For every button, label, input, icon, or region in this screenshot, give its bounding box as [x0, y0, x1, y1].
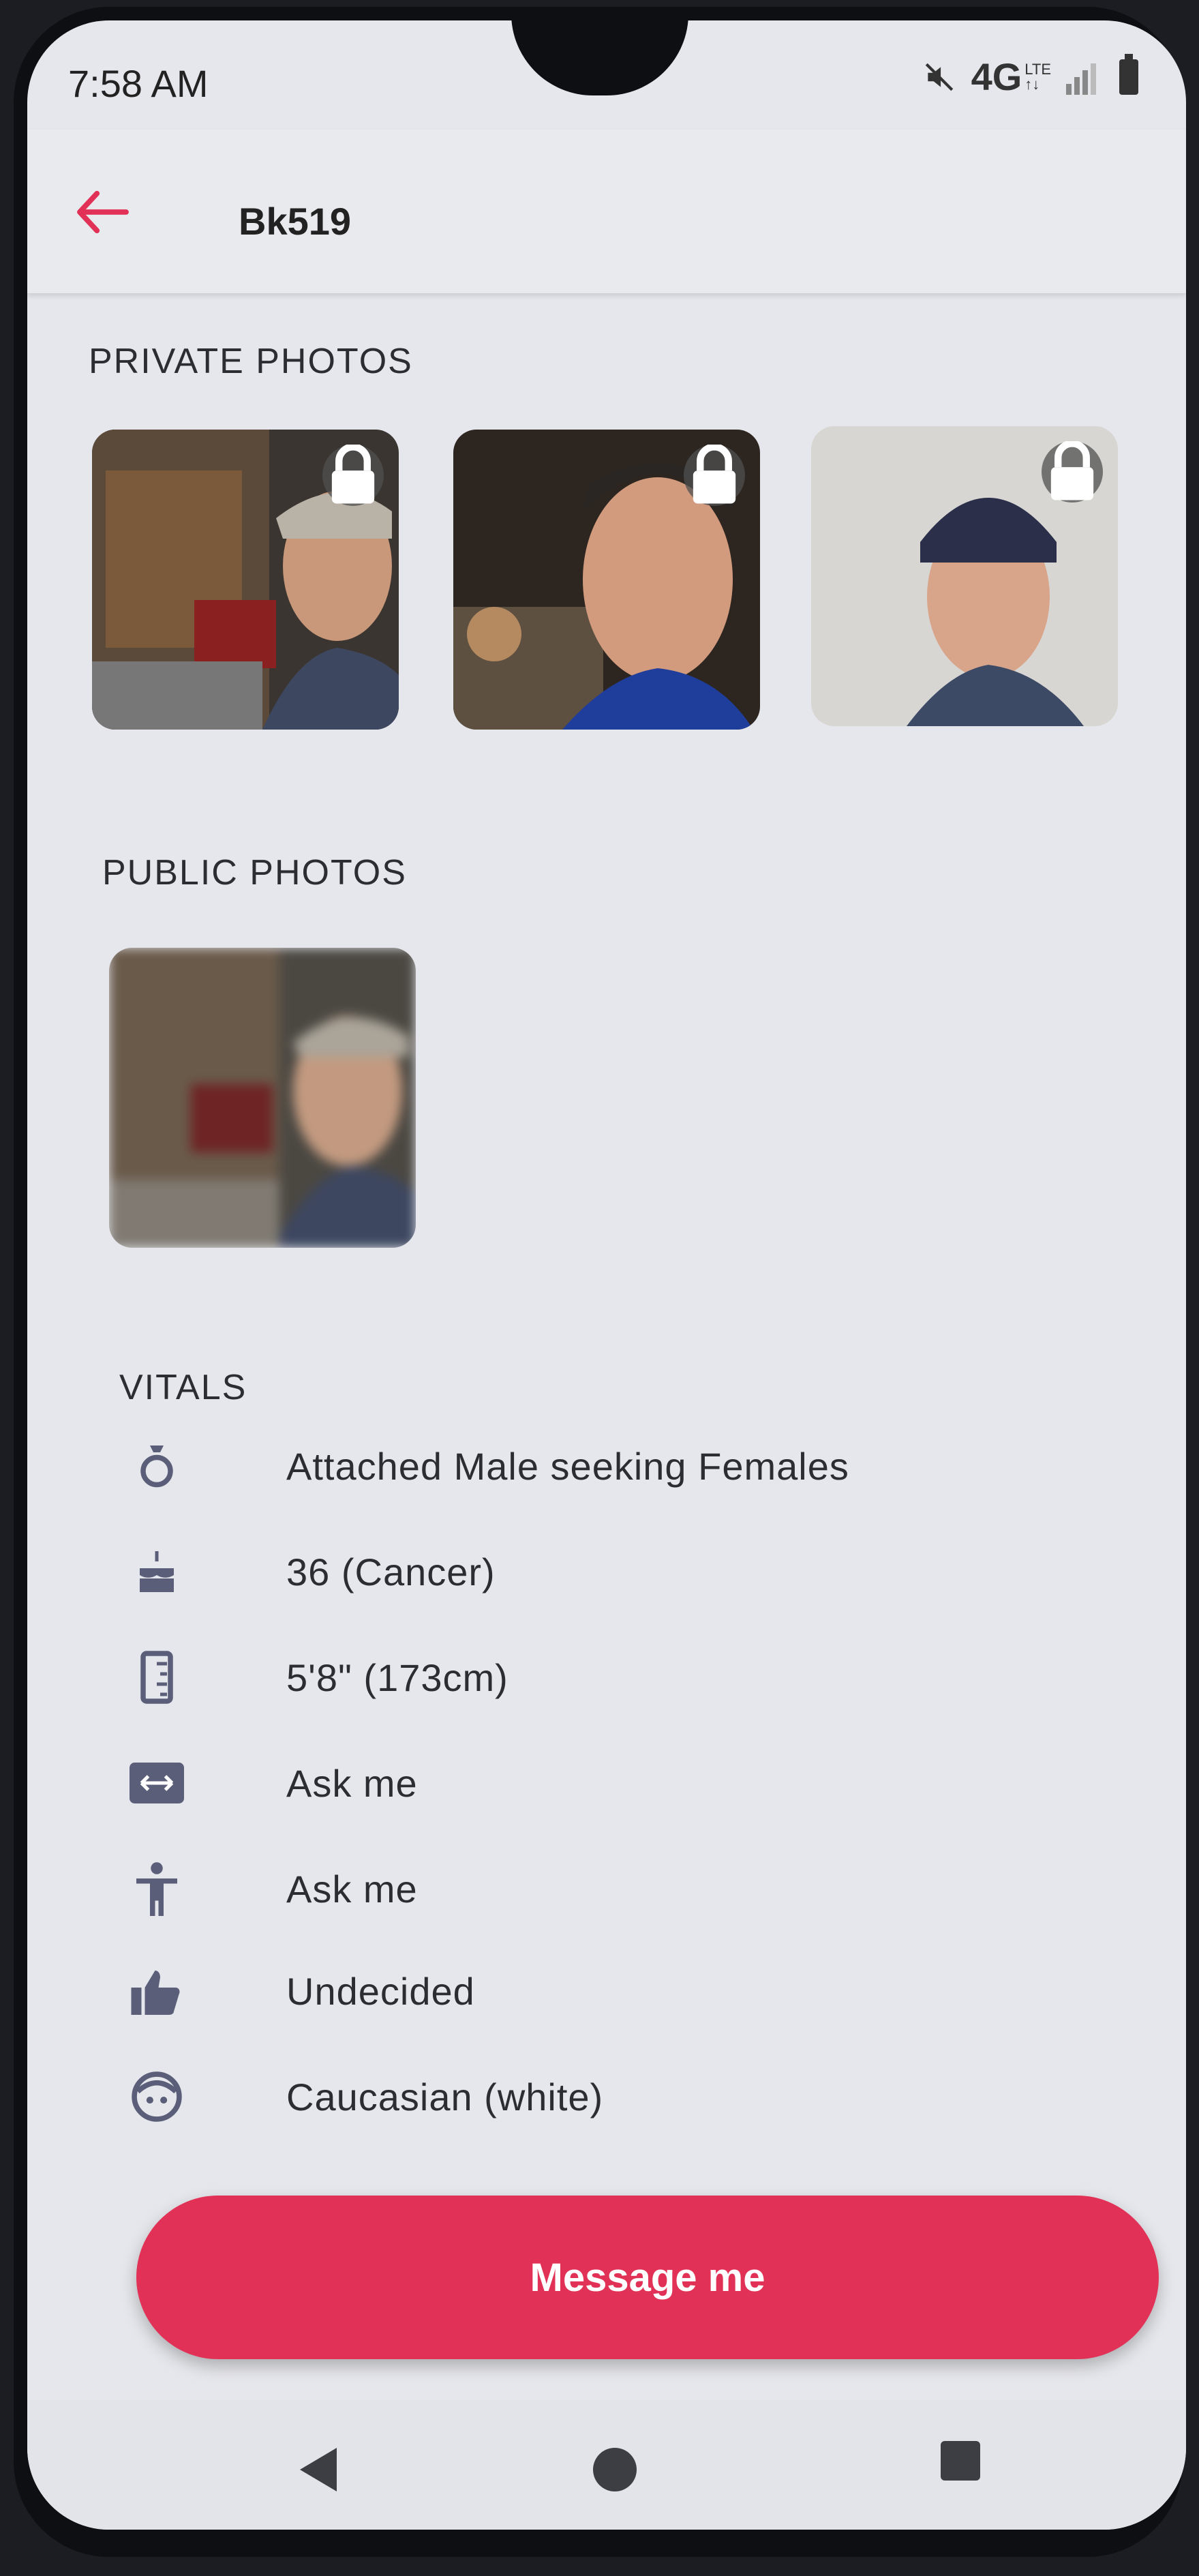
- status-icons: 4G LTE ↑↓: [922, 53, 1138, 99]
- vital-ethnicity: Caucasian (white): [130, 2069, 603, 2124]
- signal-icon: [1066, 63, 1096, 95]
- private-photo-1[interactable]: [92, 430, 399, 730]
- page-title: Bk519: [239, 200, 352, 243]
- vital-text: Caucasian (white): [286, 2075, 604, 2118]
- battery-icon: [1119, 53, 1138, 95]
- public-photo-1[interactable]: [109, 948, 416, 1248]
- private-photo-3[interactable]: [811, 426, 1118, 726]
- screen: 7:58 AM 4G LTE ↑↓ Bk519 PRIVATE PHOTOS P…: [27, 20, 1186, 2530]
- mute-icon: [925, 63, 953, 91]
- private-photo-2[interactable]: [453, 430, 760, 730]
- thumbs-up-icon: [130, 1964, 184, 2018]
- body-icon: [130, 1861, 184, 1916]
- vital-build: Ask me: [130, 1861, 417, 1916]
- nav-recents-icon[interactable]: [941, 2441, 980, 2481]
- vital-preference: Undecided: [130, 1964, 474, 2018]
- lock-icon: [322, 445, 384, 506]
- android-nav-bar: [27, 2400, 1186, 2530]
- back-arrow-icon[interactable]: [75, 188, 130, 236]
- network-sub: LTE ↑↓: [1025, 60, 1051, 93]
- message-me-button[interactable]: Message me: [136, 2196, 1159, 2359]
- width-icon: [130, 1756, 184, 1810]
- lock-icon: [684, 445, 745, 506]
- lock-icon: [1042, 441, 1103, 503]
- face-icon: [130, 2069, 184, 2124]
- cake-icon: [130, 1544, 184, 1599]
- vital-height: 5'8" (173cm): [130, 1650, 508, 1705]
- vital-body-type: Ask me: [130, 1756, 417, 1810]
- vital-text: Attached Male seeking Females: [286, 1444, 849, 1488]
- status-bar: 7:58 AM 4G LTE ↑↓: [27, 20, 1186, 130]
- vital-age: 36 (Cancer): [130, 1544, 495, 1599]
- vital-text: Ask me: [286, 1867, 418, 1911]
- vital-text: 5'8" (173cm): [286, 1656, 509, 1699]
- nav-home-icon[interactable]: [593, 2448, 637, 2491]
- camera-notch: [511, 20, 688, 95]
- vital-text: Undecided: [286, 1969, 475, 2013]
- vital-text: 36 (Cancer): [286, 1550, 496, 1593]
- vital-text: Ask me: [286, 1761, 418, 1805]
- vitals-title: VITALS: [119, 1368, 247, 1407]
- vital-relationship: Attached Male seeking Females: [130, 1439, 849, 1493]
- ruler-icon: [130, 1650, 184, 1705]
- public-photos-title: PUBLIC PHOTOS: [102, 853, 407, 893]
- app-header: Bk519: [27, 130, 1186, 293]
- private-photos-title: PRIVATE PHOTOS: [89, 342, 413, 381]
- network-type: 4G: [971, 55, 1022, 98]
- ring-icon: [130, 1439, 184, 1493]
- nav-back-icon[interactable]: [300, 2448, 337, 2491]
- phone-frame: 7:58 AM 4G LTE ↑↓ Bk519 PRIVATE PHOTOS P…: [14, 7, 1186, 2557]
- photo-image: [109, 948, 416, 1248]
- status-time: 7:58 AM: [68, 62, 209, 105]
